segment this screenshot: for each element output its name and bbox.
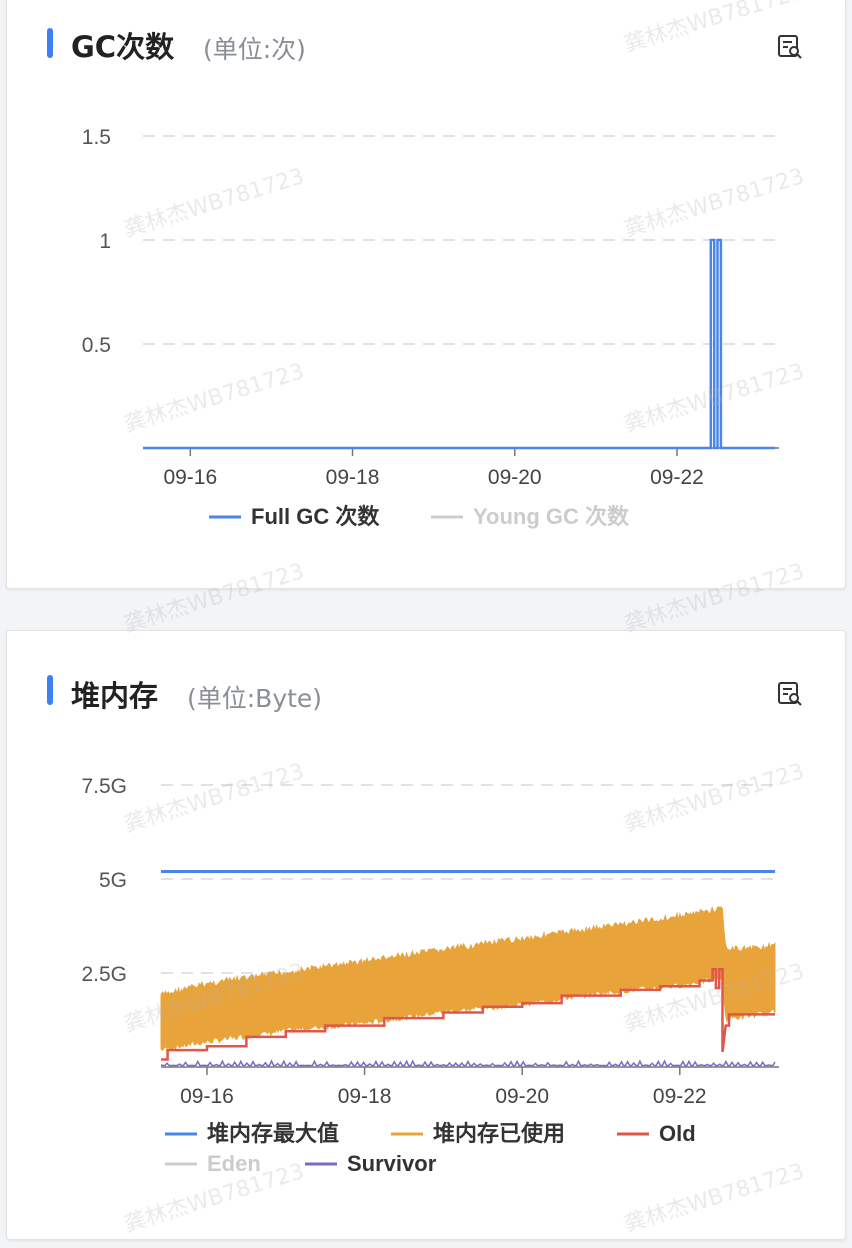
gc-count-card: GC次数 (单位:次) 1.5 1 0.5 09-16 09-18 09-20 09-22 F… <box>6 0 846 589</box>
series-line-survivor <box>160 1059 776 1067</box>
y-tick-label: 2.5G <box>81 963 127 986</box>
x-tick-label: 09-16 <box>163 466 217 489</box>
legend-survivor[interactable]: Survivor <box>305 1151 437 1176</box>
legend-label: Eden <box>207 1151 261 1176</box>
y-tick-label: 0.5 <box>82 334 111 357</box>
legend-heap-used[interactable]: 堆内存已使用 <box>391 1121 565 1146</box>
legend-old[interactable]: Old <box>617 1121 696 1146</box>
x-tick-label: 09-18 <box>338 1085 392 1108</box>
x-tick-label: 09-22 <box>653 1085 707 1108</box>
legend-label: 堆内存已使用 <box>433 1121 565 1146</box>
legend-eden[interactable]: Eden <box>165 1151 261 1176</box>
legend-heap-max[interactable]: 堆内存最大值 <box>165 1121 339 1146</box>
legend-label: Young GC 次数 <box>473 504 630 529</box>
gc-count-chart: 1.5 1 0.5 09-16 09-18 09-20 09-22 Full GC 次数 You… <box>82 126 779 529</box>
x-tick-label: 09-22 <box>650 466 704 489</box>
legend-label: Full GC 次数 <box>251 504 380 529</box>
legend-young-gc[interactable]: Young GC 次数 <box>431 504 630 529</box>
heap-memory-card: 堆内存 (单位:Byte) 7.5G 5G 2.5G 09-16 09-18 09-20 0… <box>6 630 846 1240</box>
x-tick-label: 09-18 <box>326 466 380 489</box>
x-tick-label: 09-20 <box>495 1085 549 1108</box>
legend-full-gc[interactable]: Full GC 次数 <box>209 504 380 529</box>
series-line-full-gc <box>143 238 775 450</box>
y-tick-label: 1.5 <box>82 126 111 149</box>
heap-memory-chart: 7.5G 5G 2.5G 09-16 09-18 09-20 09-22 堆内存最大值 堆内存已… <box>81 775 779 1176</box>
legend-label: Old <box>659 1121 696 1146</box>
x-tick-label: 09-16 <box>180 1085 234 1108</box>
y-tick-label: 5G <box>99 869 127 892</box>
series-area-heap-used <box>160 905 776 1052</box>
legend-label: Survivor <box>347 1151 437 1176</box>
y-tick-label: 1 <box>99 230 111 253</box>
y-tick-label: 7.5G <box>81 775 127 798</box>
legend-label: 堆内存最大值 <box>207 1121 339 1146</box>
x-tick-label: 09-20 <box>488 466 542 489</box>
